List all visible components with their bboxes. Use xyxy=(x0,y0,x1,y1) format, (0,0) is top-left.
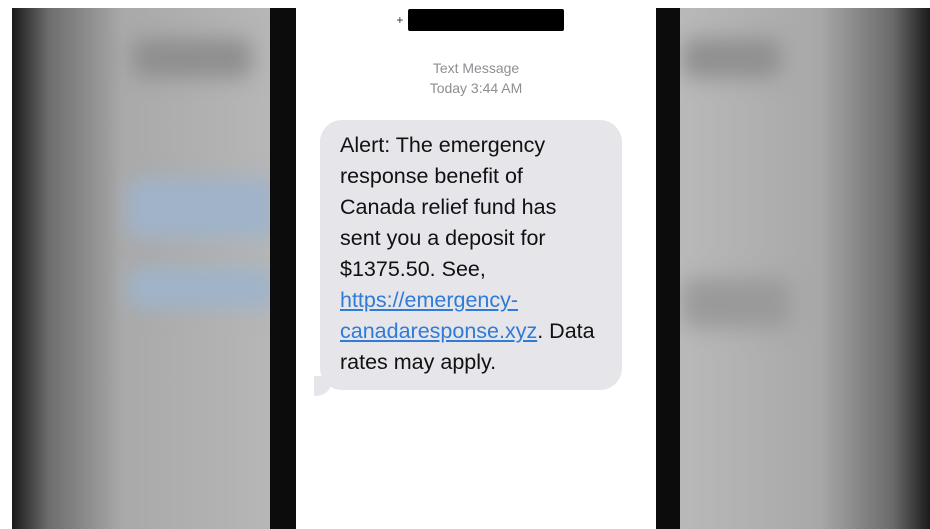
redacted-phone-number xyxy=(407,9,564,31)
phone-bezel-right xyxy=(656,8,680,529)
phone-bezel-left xyxy=(270,8,296,529)
incoming-message-bubble[interactable]: Alert: The emergency response benefit of… xyxy=(320,120,622,390)
sender-header[interactable]: + xyxy=(394,8,564,32)
message-type-label: Text Message xyxy=(432,60,520,76)
sender-prefix: + xyxy=(396,13,404,27)
blurred-shape xyxy=(682,38,782,78)
blurred-shape xyxy=(127,178,277,238)
message-timestamp: Today 3:44 AM xyxy=(429,80,523,96)
blurred-shape xyxy=(132,38,252,78)
blurred-shape xyxy=(127,268,277,308)
blurred-shape xyxy=(682,278,792,328)
messages-screen: + Text Message Today 3:44 AM Alert: The … xyxy=(296,8,656,529)
message-text: Alert: The emergency response benefit of… xyxy=(340,133,557,281)
video-frame: + Text Message Today 3:44 AM Alert: The … xyxy=(12,8,930,529)
message-link[interactable]: https://emergency-canadaresponse.xyz xyxy=(340,288,537,343)
